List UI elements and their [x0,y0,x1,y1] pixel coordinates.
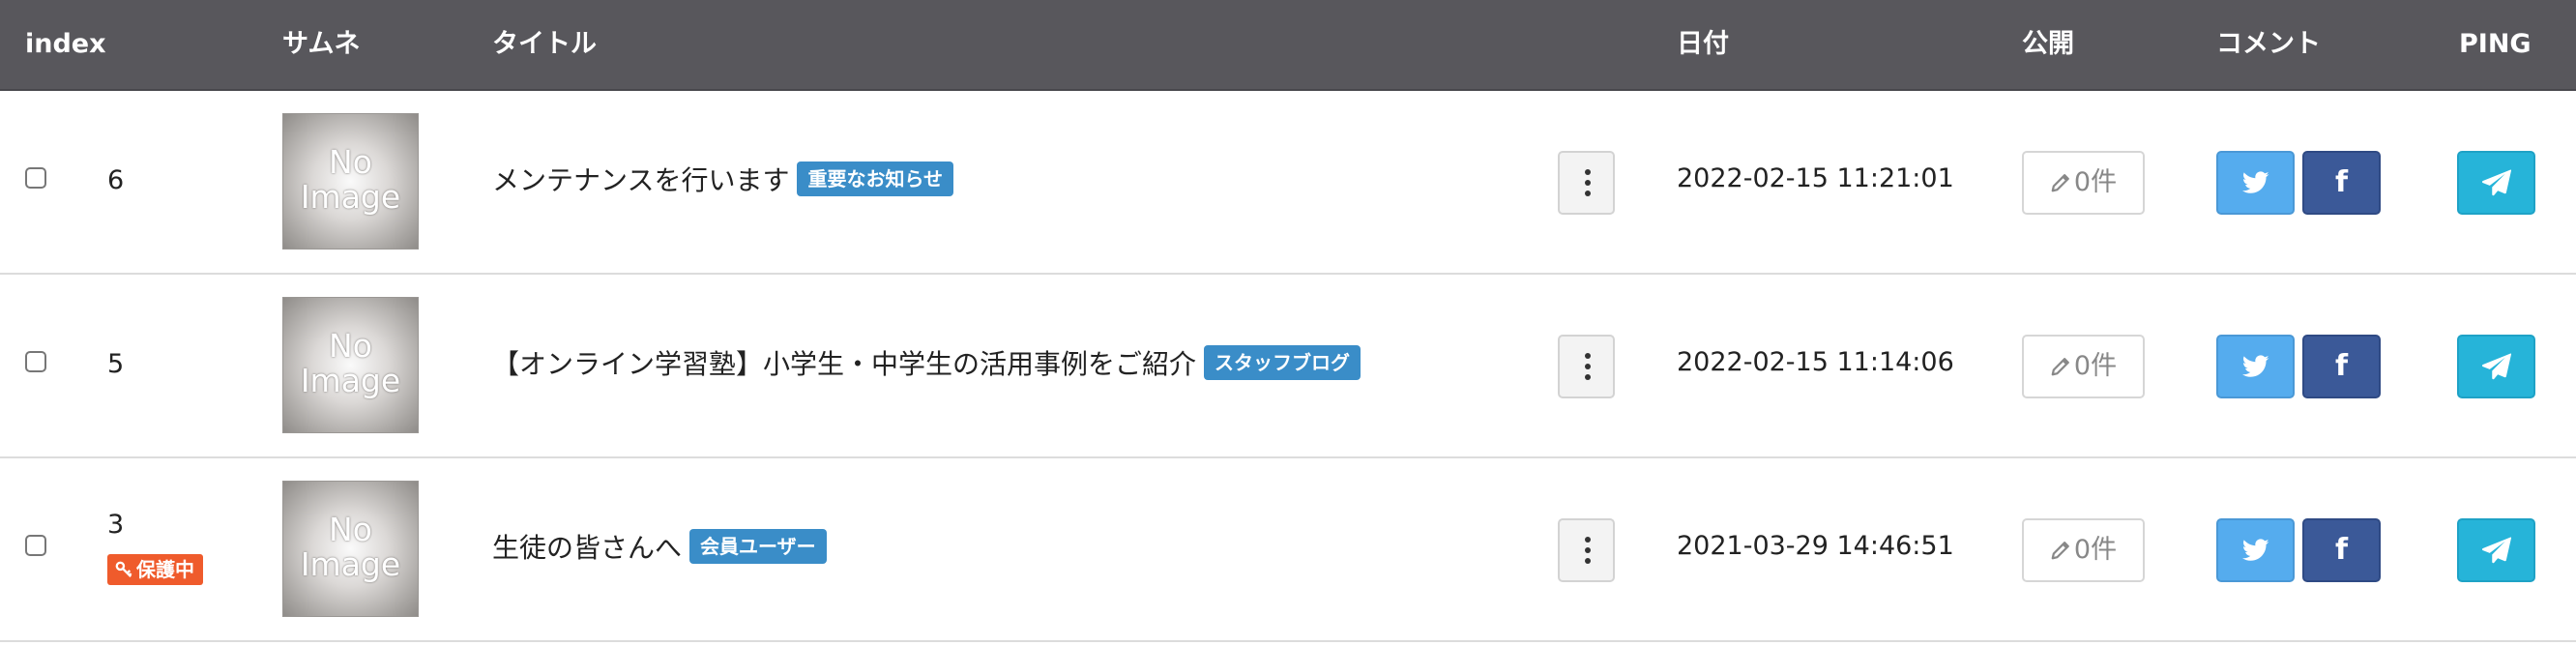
paper-plane-icon [2481,353,2511,380]
table-row: 5 No Image 【オンライン学習塾】小学生・中学生の活用事例をご紹介 スタッ… [0,275,2576,458]
header-thumb: サムネ [282,29,361,59]
public-count-button[interactable]: 0件 [2022,151,2145,215]
twitter-share-button[interactable] [2216,151,2295,215]
twitter-share-button[interactable] [2216,335,2295,398]
public-count-button[interactable]: 0件 [2022,518,2145,582]
public-count: 0件 [2073,535,2118,565]
pencil-icon [2051,358,2069,376]
twitter-bird-icon [2241,355,2269,377]
post-title: メンテナンスを行います 重要なお知らせ [492,162,954,200]
row-index: 5 [107,349,125,379]
facebook-icon: f [2334,165,2349,199]
post-title: 【オンライン学習塾】小学生・中学生の活用事例をご紹介 スタッフブログ [492,345,1361,384]
public-count: 0件 [2073,167,2118,197]
facebook-share-button[interactable]: f [2302,151,2381,215]
facebook-share-button[interactable]: f [2302,335,2381,398]
header-public: 公開 [2022,29,2074,59]
row-index: 6 [107,165,125,195]
paper-plane-icon [2481,537,2511,564]
post-date: 2021-03-29 14:46:51 [1677,531,1954,561]
post-list-table: index サムネ タイトル 日付 公開 コメント PING 6 No Imag… [0,0,2576,642]
header-comment: コメント [2216,29,2321,59]
post-title-link[interactable]: メンテナンスを行います [492,164,789,196]
thumbnail-image[interactable]: No Image [282,297,419,433]
thumbnail-text-line1: No [329,511,372,548]
table-header: index サムネ タイトル 日付 公開 コメント PING [0,0,2576,91]
pencil-icon [2051,174,2069,192]
public-count: 0件 [2073,351,2118,381]
paper-plane-icon [2481,169,2511,196]
facebook-icon: f [2334,533,2349,567]
ping-button[interactable] [2457,335,2535,398]
protected-label: 保護中 [136,558,194,581]
pencil-icon [2051,542,2069,560]
thumbnail-image[interactable]: No Image [282,113,419,250]
twitter-bird-icon [2241,171,2269,193]
key-icon [115,561,132,578]
ping-button[interactable] [2457,518,2535,582]
twitter-share-button[interactable] [2216,518,2295,582]
ping-button[interactable] [2457,151,2535,215]
table-row: 3 保護中 No Image 生徒の皆さんへ 会員ユーザー 2021-03-29 … [0,458,2576,642]
table-row: 6 No Image メンテナンスを行います 重要なお知らせ 2022-02-15… [0,91,2576,275]
post-title-link[interactable]: 【オンライン学習塾】小学生・中学生の活用事例をご紹介 [492,348,1196,380]
row-menu-button[interactable] [1558,518,1615,582]
header-index[interactable]: index [25,0,106,89]
thumbnail-text-line2: Image [300,362,401,399]
row-checkbox[interactable] [25,535,46,556]
row-index: 3 [107,510,125,540]
protected-badge: 保護中 [107,554,203,585]
twitter-bird-icon [2241,539,2269,561]
facebook-share-button[interactable]: f [2302,518,2381,582]
thumbnail-text-line1: No [329,327,372,365]
category-badge: 会員ユーザー [689,529,827,564]
thumbnail-text-line2: Image [300,545,401,583]
header-title[interactable]: タイトル [492,0,597,89]
facebook-icon: f [2334,349,2349,383]
thumbnail-text-line1: No [329,143,372,181]
vertical-ellipsis-icon [1585,537,1591,543]
row-menu-button[interactable] [1558,151,1615,215]
post-date: 2022-02-15 11:14:06 [1677,347,1954,377]
thumbnail-image[interactable]: No Image [282,481,419,617]
thumbnail-text-line2: Image [300,178,401,216]
row-menu-button[interactable] [1558,335,1615,398]
category-badge: 重要なお知らせ [797,162,954,196]
vertical-ellipsis-icon [1585,169,1591,175]
post-title-link[interactable]: 生徒の皆さんへ [492,532,682,564]
public-count-button[interactable]: 0件 [2022,335,2145,398]
post-date: 2022-02-15 11:21:01 [1677,163,1954,193]
post-title: 生徒の皆さんへ 会員ユーザー [492,529,827,568]
vertical-ellipsis-icon [1585,353,1591,359]
header-ping: PING [2459,29,2532,59]
row-checkbox[interactable] [25,167,46,189]
category-badge: スタッフブログ [1204,345,1361,380]
row-checkbox[interactable] [25,351,46,372]
header-date[interactable]: 日付 [1677,0,1729,89]
